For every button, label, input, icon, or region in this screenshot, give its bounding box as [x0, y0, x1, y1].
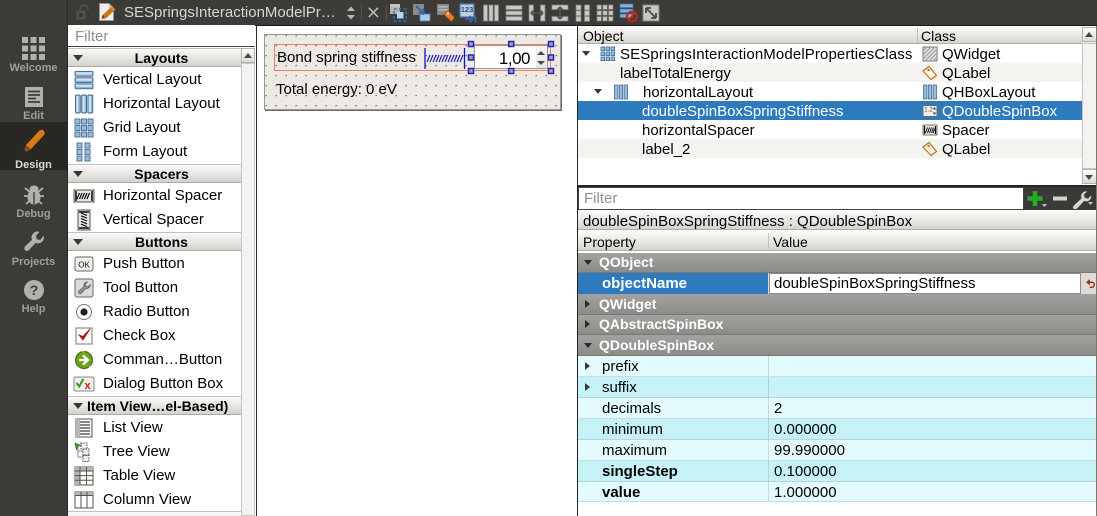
svg-text:OK: OK: [78, 261, 90, 270]
svg-text:x: x: [84, 380, 91, 392]
svg-text:123: 123: [461, 5, 474, 14]
svg-text:?: ?: [30, 282, 39, 298]
svg-text:1.2: 1.2: [924, 108, 933, 114]
